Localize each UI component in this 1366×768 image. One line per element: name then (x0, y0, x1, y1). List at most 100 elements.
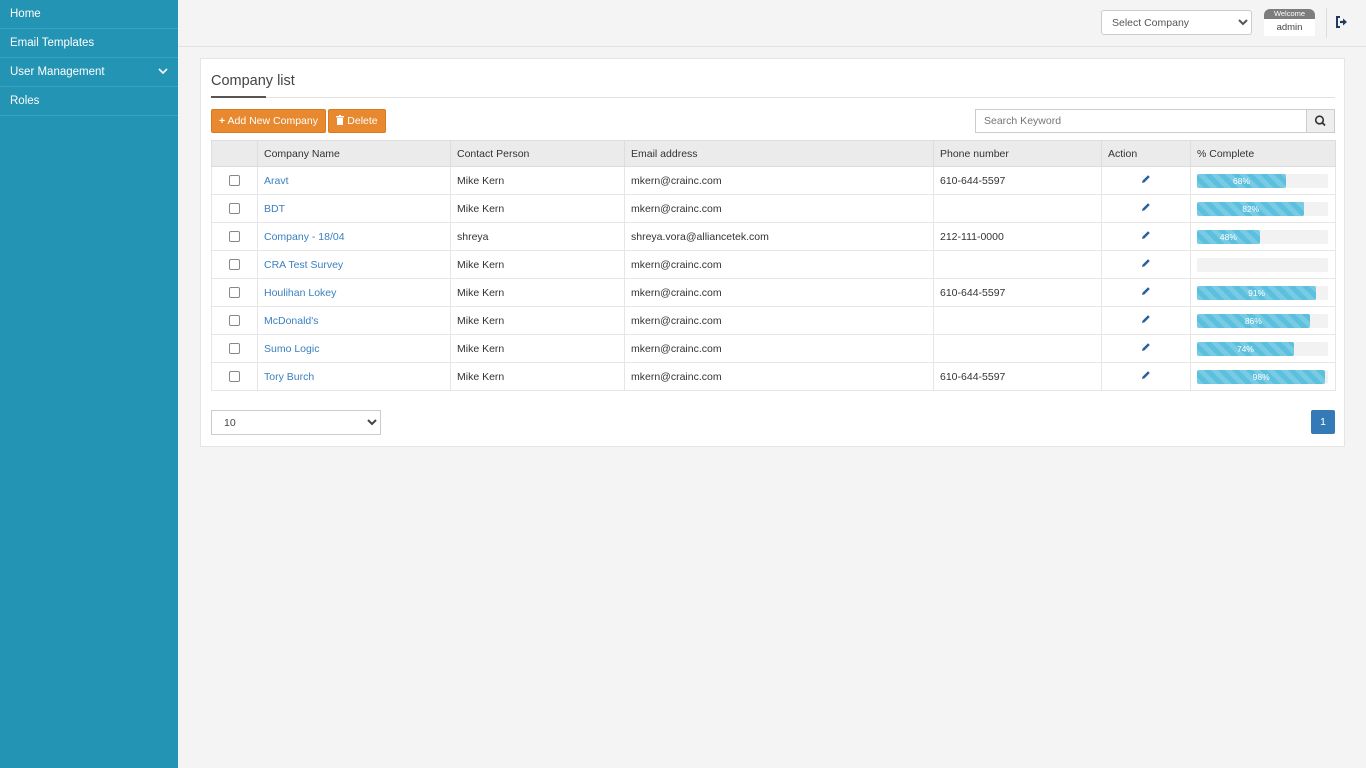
company-name-cell: Company - 18/04 (257, 222, 451, 251)
pencil-icon[interactable] (1141, 343, 1151, 355)
complete-cell: 98% (1190, 362, 1336, 391)
company-name-link[interactable]: Tory Burch (264, 371, 314, 383)
contact-person-cell: Mike Kern (450, 250, 625, 279)
page-size-select[interactable]: 102550100 (211, 410, 381, 435)
action-cell (1101, 334, 1191, 363)
column-header-email[interactable]: Email address (624, 140, 934, 167)
phone-cell: 610-644-5597 (933, 278, 1102, 307)
row-checkbox[interactable] (229, 371, 240, 383)
email-cell: mkern@crainc.com (624, 278, 934, 307)
sidebar-item-roles[interactable]: Roles (0, 87, 178, 116)
pencil-icon[interactable] (1141, 175, 1151, 187)
row-checkbox[interactable] (229, 343, 240, 355)
complete-cell: 68% (1190, 166, 1336, 195)
company-table: Company Name Contact Person Email addres… (211, 140, 1336, 391)
page-button-current[interactable]: 1 (1311, 410, 1335, 434)
table-row: Houlihan Lokey Mike Kern mkern@crainc.com 6… (211, 278, 1336, 307)
email-cell: mkern@crainc.com (624, 306, 934, 335)
company-name-link[interactable]: BDT (264, 203, 285, 215)
pencil-icon[interactable] (1141, 371, 1151, 383)
table-row: Aravt Mike Kern mkern@crainc.com 610-644-55… (211, 166, 1336, 195)
top-bar: Select Company Welcome admin (178, 0, 1366, 47)
logout-icon[interactable] (1335, 15, 1349, 29)
delete-button[interactable]: Delete (328, 109, 386, 133)
email-cell: mkern@crainc.com (624, 334, 934, 363)
contact-person-cell: Mike Kern (450, 278, 625, 307)
phone-cell (933, 194, 1102, 223)
column-header-company[interactable]: Company Name (257, 140, 451, 167)
action-cell (1101, 250, 1191, 279)
company-name-cell: Sumo Logic (257, 334, 451, 363)
column-header-complete[interactable]: % Complete (1190, 140, 1336, 167)
complete-cell: 91% (1190, 278, 1336, 307)
action-cell (1101, 278, 1191, 307)
row-checkbox[interactable] (229, 231, 240, 243)
company-name-link[interactable]: Houlihan Lokey (264, 287, 336, 299)
user-badge: Welcome admin (1264, 9, 1315, 36)
plus-icon: + (219, 115, 226, 127)
sidebar-item-email-templates[interactable]: Email Templates (0, 29, 178, 58)
sidebar-item-user-management[interactable]: User Management (0, 58, 178, 87)
pencil-icon[interactable] (1141, 315, 1151, 327)
row-checkbox[interactable] (229, 259, 240, 271)
sidebar-item-label: Home (10, 8, 41, 20)
search-input[interactable] (975, 109, 1307, 133)
phone-cell: 212-111-0000 (933, 222, 1102, 251)
progress-bar: 74% (1197, 341, 1328, 356)
progress-bar: 48% (1197, 229, 1328, 244)
contact-person-cell: Mike Kern (450, 194, 625, 223)
progress-fill: 48% (1197, 229, 1260, 244)
pencil-icon[interactable] (1141, 287, 1151, 299)
complete-cell (1190, 250, 1336, 279)
company-name-link[interactable]: McDonald's (264, 315, 319, 327)
progress-fill: 86% (1197, 313, 1310, 328)
action-cell (1101, 362, 1191, 391)
table-row: CRA Test Survey Mike Kern mkern@crainc.com (211, 250, 1336, 279)
contact-person-cell: shreya (450, 222, 625, 251)
pencil-icon[interactable] (1141, 231, 1151, 243)
progress-bar: 82% (1197, 201, 1328, 216)
delete-label: Delete (347, 115, 378, 127)
title-underline (211, 96, 266, 98)
company-name-cell: CRA Test Survey (257, 250, 451, 279)
progress-fill: 82% (1197, 201, 1305, 216)
action-cell (1101, 306, 1191, 335)
company-name-link[interactable]: Sumo Logic (264, 343, 319, 355)
column-header-contact[interactable]: Contact Person (450, 140, 625, 167)
company-name-link[interactable]: CRA Test Survey (264, 259, 343, 271)
progress-fill: 91% (1197, 285, 1317, 300)
contact-person-cell: Mike Kern (450, 334, 625, 363)
add-company-button[interactable]: + Add New Company (211, 109, 326, 133)
company-list-panel: Company list + Add New Company Delete Co… (200, 58, 1345, 447)
table-row: Sumo Logic Mike Kern mkern@crainc.com 74% (211, 334, 1336, 363)
username: admin (1264, 19, 1315, 36)
progress-bar: 68% (1197, 173, 1328, 188)
row-select-cell (211, 278, 258, 307)
company-name-link[interactable]: Company - 18/04 (264, 231, 345, 243)
chevron-down-icon (158, 58, 168, 86)
column-header-phone[interactable]: Phone number (933, 140, 1102, 167)
company-name-cell: McDonald's (257, 306, 451, 335)
company-name-link[interactable]: Aravt (264, 175, 289, 187)
search-icon (1307, 115, 1334, 135)
column-header-action: Action (1101, 140, 1191, 167)
company-name-cell: Aravt (257, 166, 451, 195)
pencil-icon[interactable] (1141, 203, 1151, 215)
pencil-icon[interactable] (1141, 259, 1151, 271)
progress-fill: 74% (1197, 341, 1294, 356)
row-checkbox[interactable] (229, 315, 240, 327)
complete-cell: 82% (1190, 194, 1336, 223)
phone-cell: 610-644-5597 (933, 362, 1102, 391)
progress-fill: 68% (1197, 173, 1287, 188)
row-checkbox[interactable] (229, 175, 240, 187)
row-checkbox[interactable] (229, 287, 240, 299)
company-select[interactable]: Select Company (1101, 10, 1252, 35)
table-row: McDonald's Mike Kern mkern@crainc.com 86% (211, 306, 1336, 335)
table-header-row: Company Name Contact Person Email addres… (211, 140, 1336, 167)
row-checkbox[interactable] (229, 203, 240, 215)
search-button[interactable] (1306, 109, 1335, 133)
table-row: Company - 18/04 shreya shreya.vora@allianc… (211, 222, 1336, 251)
sidebar-item-home[interactable]: Home (0, 0, 178, 29)
row-select-cell (211, 222, 258, 251)
company-name-cell: Houlihan Lokey (257, 278, 451, 307)
